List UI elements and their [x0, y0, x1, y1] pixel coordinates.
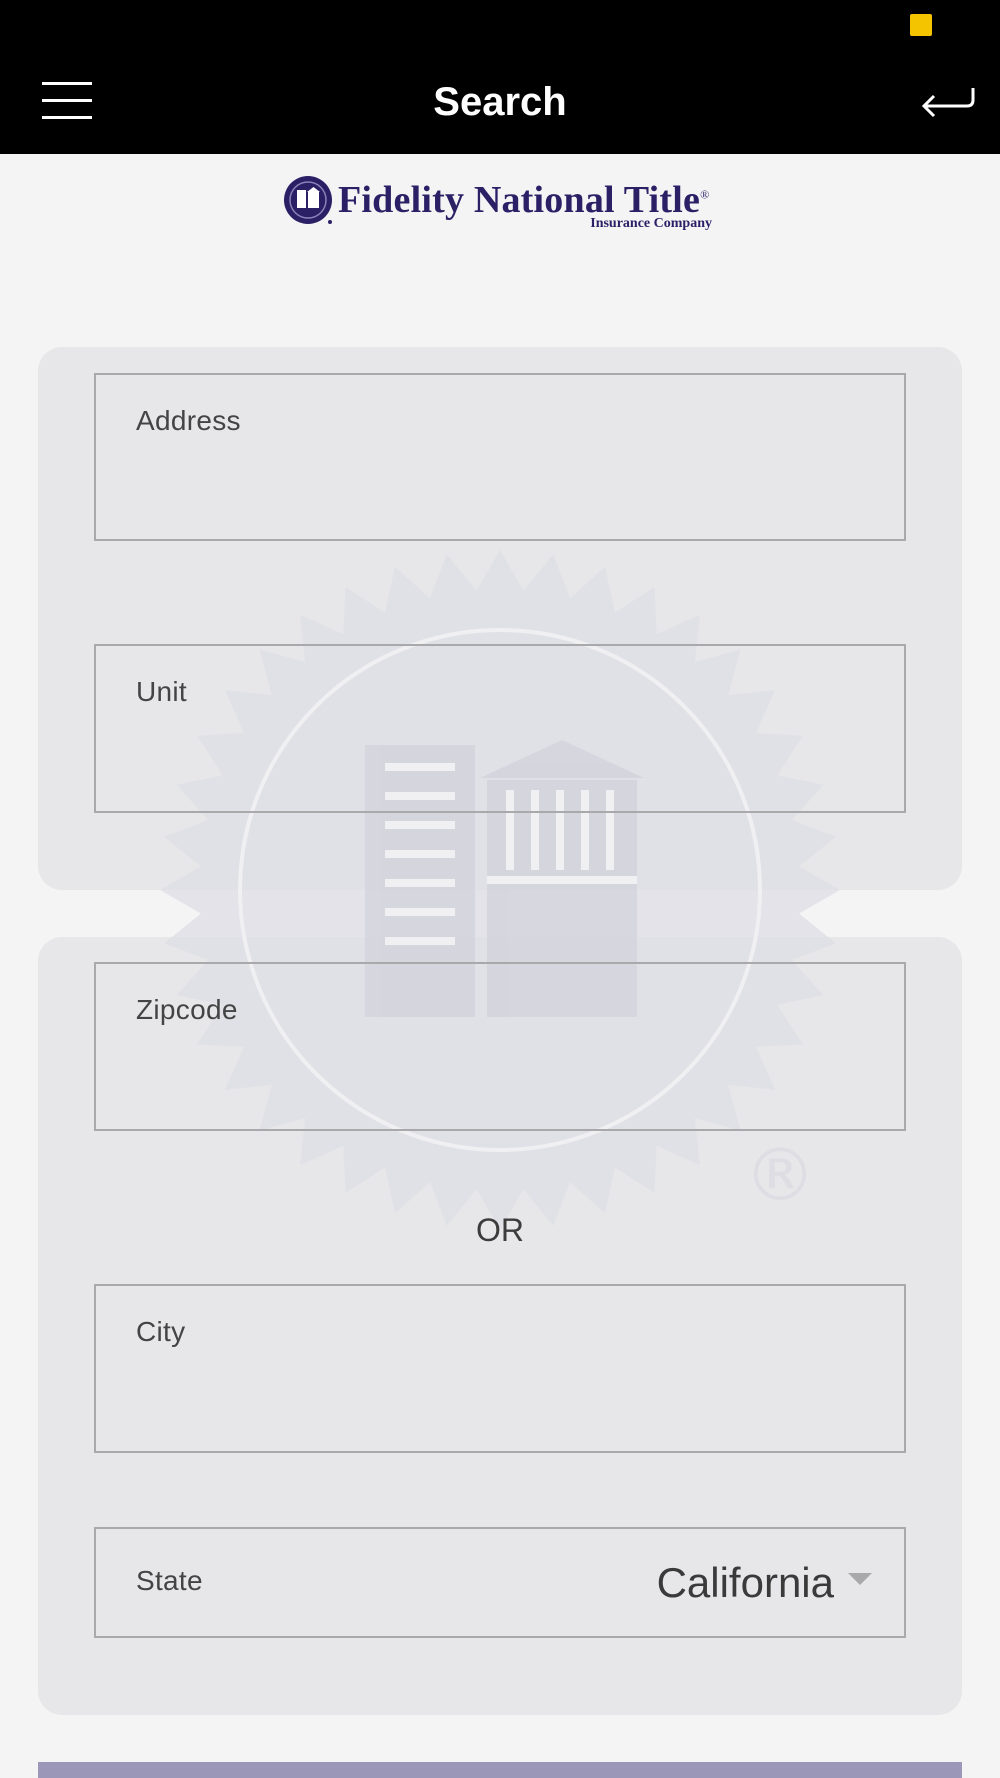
state-label: State	[136, 1565, 203, 1596]
nav-bar: Search	[0, 48, 1000, 154]
zipcode-label: Zipcode	[136, 994, 238, 1025]
trademark-mark: ®	[700, 187, 710, 202]
search-submit-button[interactable]	[38, 1762, 962, 1778]
unit-field[interactable]: Unit	[94, 644, 906, 813]
dropdown-caret-icon	[848, 1573, 872, 1585]
city-label: City	[136, 1316, 186, 1347]
company-logo: Fidelity National Title® Insurance Compa…	[282, 170, 722, 242]
logo-subtitle: Insurance Company	[590, 216, 712, 231]
or-separator: OR	[476, 1212, 524, 1248]
address-label: Address	[136, 405, 241, 436]
status-bar	[0, 0, 1000, 48]
status-indicator-icon	[910, 14, 932, 36]
unit-label: Unit	[136, 676, 187, 707]
return-arrow-icon	[921, 88, 975, 118]
buildings-seal-icon	[284, 176, 332, 224]
city-field[interactable]: City	[94, 1284, 906, 1453]
state-select[interactable]: State California	[94, 1527, 906, 1638]
page-title: Search	[433, 80, 567, 124]
back-button[interactable]	[918, 76, 980, 126]
state-value: California	[656, 1559, 834, 1606]
zipcode-field[interactable]: Zipcode	[94, 962, 906, 1131]
address-field[interactable]: Address	[94, 373, 906, 541]
